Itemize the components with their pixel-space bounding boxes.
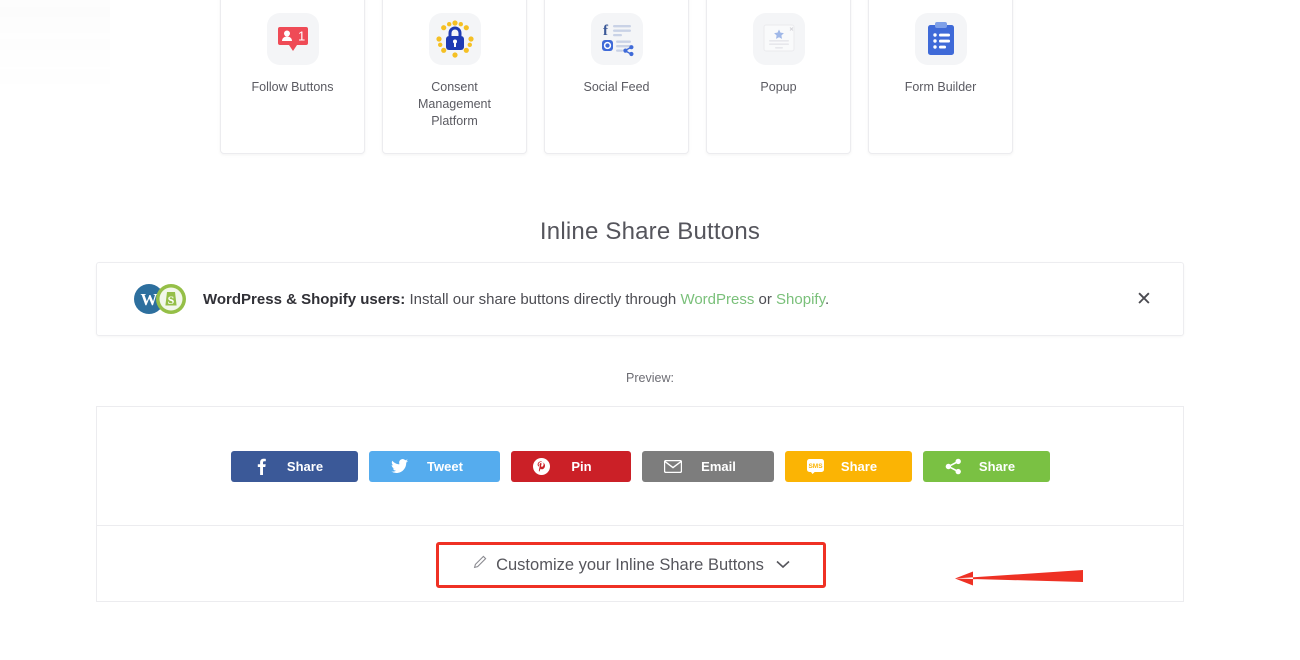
chevron-down-icon — [776, 556, 790, 574]
svg-text:1: 1 — [298, 29, 305, 44]
consent-management-icon — [428, 13, 481, 65]
product-card-popup[interactable]: Popup — [706, 0, 851, 154]
sms-icon: SMS — [799, 458, 833, 474]
svg-text:f: f — [603, 23, 609, 39]
customize-inline-share-buttons-button[interactable]: Customize your Inline Share Buttons — [436, 542, 826, 588]
social-feed-icon: f — [590, 13, 643, 65]
preview-panel: Share Tweet Pin Email SMS Share Share Cu… — [96, 406, 1184, 602]
share-button-label: Email — [701, 458, 736, 474]
share-buttons-row: Share Tweet Pin Email SMS Share Share — [230, 450, 1050, 482]
wordpress-link[interactable]: WordPress — [680, 291, 754, 308]
svg-text:W: W — [141, 290, 158, 309]
share-button-twitter[interactable]: Tweet — [368, 450, 500, 482]
product-card-label: Consent Management Platform — [418, 80, 491, 128]
pinterest-icon — [525, 457, 559, 475]
preview-label: Preview: — [626, 371, 674, 385]
notice-logos: W S — [127, 281, 197, 317]
share-buttons-preview: Share Tweet Pin Email SMS Share Share — [97, 407, 1183, 526]
envelope-icon — [656, 459, 690, 473]
pencil-icon — [472, 555, 487, 575]
page-title: Inline Share Buttons — [539, 218, 761, 245]
customize-section: Customize your Inline Share Buttons — [97, 526, 1183, 603]
share-button-pinterest[interactable]: Pin — [510, 450, 631, 482]
product-card-form-builder[interactable]: Form Builder — [868, 0, 1013, 154]
customize-label: Customize your Inline Share Buttons — [496, 555, 764, 574]
product-card-label: Social Feed — [583, 80, 650, 94]
popup-icon — [752, 13, 805, 65]
notice-text: WordPress & Shopify users: Install our s… — [203, 291, 829, 308]
share-network-icon — [937, 458, 971, 475]
notice-text-after: . — [824, 290, 830, 308]
page-root: 1 Follow Buttons Consent Management Plat… — [0, 0, 1300, 660]
facebook-icon — [245, 458, 279, 475]
close-icon[interactable]: ✕ — [1131, 286, 1157, 312]
wordpress-shopify-notice: W S WordPress & Shopify users: Install o… — [96, 262, 1184, 336]
share-button-facebook[interactable]: Share — [230, 450, 358, 482]
notice-text-middle: or — [754, 290, 777, 308]
follow-buttons-icon: 1 — [266, 13, 319, 65]
share-button-label: Pin — [571, 458, 592, 474]
share-button-label: Share — [286, 458, 324, 474]
svg-text:SMS: SMS — [808, 463, 823, 470]
product-card-label: Follow Buttons — [251, 80, 334, 94]
share-button-sms[interactable]: SMS Share — [784, 450, 912, 482]
notice-text-bold: WordPress & Shopify users: — [203, 290, 406, 308]
svg-text:S: S — [168, 293, 175, 307]
red-arrow-left-icon — [933, 566, 1083, 593]
form-builder-icon — [914, 13, 967, 65]
notice-text-before: Install our share buttons directly throu… — [405, 290, 681, 308]
product-card-consent-management[interactable]: Consent Management Platform — [382, 0, 527, 154]
share-button-label: Share — [840, 458, 878, 474]
twitter-icon — [383, 459, 417, 473]
share-button-label: Share — [978, 458, 1016, 474]
share-button-email[interactable]: Email — [641, 450, 774, 482]
background-artifact — [0, 0, 110, 100]
share-button-sharethis[interactable]: Share — [922, 450, 1050, 482]
product-card-label: Popup — [760, 80, 797, 94]
share-button-label: Tweet — [427, 458, 463, 474]
product-card-label: Form Builder — [904, 80, 977, 94]
product-card-social-feed[interactable]: f Social Feed — [544, 0, 689, 154]
product-card-follow-buttons[interactable]: 1 Follow Buttons — [220, 0, 365, 154]
shopify-link[interactable]: Shopify — [776, 291, 825, 308]
product-cards-row: 1 Follow Buttons Consent Management Plat… — [220, 0, 1105, 154]
